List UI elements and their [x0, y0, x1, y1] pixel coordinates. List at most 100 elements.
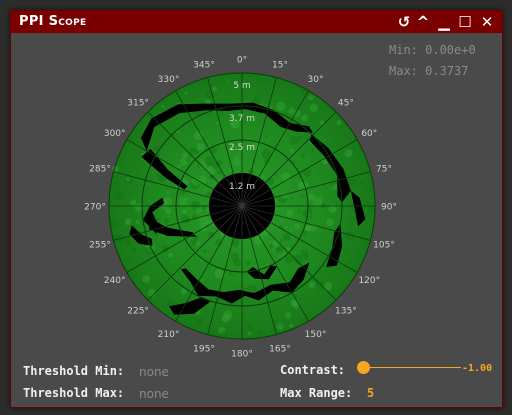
close-icon[interactable]: ✕ [478, 12, 496, 32]
speckle [289, 136, 298, 145]
azimuth-label: 240° [104, 276, 126, 286]
azimuth-label: 150° [305, 330, 327, 340]
speckle [195, 207, 202, 214]
speckle [290, 196, 294, 200]
speckle [290, 228, 294, 232]
speckle [107, 219, 118, 229]
speckle [152, 144, 160, 151]
speckle [127, 257, 131, 262]
speckle [163, 218, 169, 224]
ppi-scope-display[interactable]: 0° 15° 30° 45° 60° 75° 90° 105° 120° 135° 150° 165°… [11, 33, 502, 373]
speckle [276, 323, 284, 331]
azimuth-label: 75° [376, 165, 392, 175]
speckle [165, 208, 172, 215]
speckle [232, 158, 241, 167]
speckle [161, 105, 165, 108]
speckle [319, 195, 322, 198]
speckle [282, 232, 291, 242]
speckle [227, 332, 230, 335]
speckle [247, 331, 252, 336]
threshold-max-field[interactable]: none [139, 387, 169, 401]
speckle [214, 269, 224, 279]
azimuth-label: 15° [272, 61, 288, 71]
azimuth-label: 195° [193, 345, 215, 355]
speckle [158, 235, 161, 238]
minimize-icon[interactable]: ▁ [435, 12, 453, 32]
speckle [311, 149, 315, 152]
contrast-slider-track [361, 367, 461, 368]
speckle [242, 313, 246, 316]
azimuth-label: 135° [335, 306, 357, 316]
azimuth-label: 330° [158, 75, 180, 85]
speckle [336, 120, 342, 126]
threshold-min-field[interactable]: none [139, 365, 169, 379]
maximize-icon[interactable]: ☐ [456, 12, 474, 32]
speckle [166, 191, 170, 195]
speckle [177, 164, 182, 169]
contrast-slider[interactable] [357, 361, 461, 375]
speckle [200, 259, 203, 262]
speckle [142, 275, 151, 283]
speckle [184, 91, 188, 95]
speckle [216, 169, 223, 175]
speckle [228, 79, 231, 82]
speckle [294, 223, 300, 230]
contrast-value: -1.00 [462, 363, 493, 374]
speckle [115, 182, 119, 186]
speckle [360, 179, 364, 184]
threshold-max-label: Threshold Max: [23, 386, 125, 400]
speckle [289, 323, 293, 328]
speckle [285, 225, 288, 229]
speckle [303, 231, 307, 235]
speckle [215, 239, 223, 247]
speckle [135, 219, 140, 225]
azimuth-label: 165° [269, 345, 291, 355]
speckle [334, 141, 338, 145]
speckle [301, 114, 308, 122]
speckle [196, 143, 205, 151]
max-range-value[interactable]: 5 [367, 386, 374, 400]
azimuth-label: 90° [381, 203, 397, 213]
speckle [204, 221, 208, 225]
speckle [204, 156, 215, 167]
speckle [179, 157, 188, 166]
azimuth-label: 120° [358, 276, 380, 286]
ppi-scope-window: PPI Scope ↺ ^ ▁ ☐ ✕ Min: 0.00e+0 Max: 0.… [10, 10, 503, 408]
speckle [185, 159, 189, 162]
speckle [300, 152, 306, 158]
speckle [276, 246, 285, 255]
speckle [230, 252, 240, 261]
speckle [190, 238, 198, 246]
speckle [331, 145, 335, 150]
azimuth-label: 105° [373, 241, 395, 251]
reset-icon[interactable]: ↺ [395, 12, 413, 32]
contrast-slider-thumb[interactable] [357, 361, 370, 374]
azimuth-label: 285° [89, 165, 111, 175]
collapse-icon[interactable]: ^ [414, 12, 432, 32]
speckle [201, 278, 204, 282]
speckle [167, 215, 170, 218]
speckle [225, 256, 228, 259]
azimuth-label: 60° [361, 129, 377, 139]
azimuth-label: 270° [84, 203, 106, 213]
azimuth-label: 210° [158, 330, 180, 340]
speckle [312, 197, 323, 207]
speckle [290, 298, 299, 307]
speckle [284, 255, 293, 264]
speckle [238, 285, 242, 288]
speckle [199, 216, 210, 226]
azimuth-label: 255° [89, 241, 111, 251]
speckle [344, 149, 353, 158]
title-bar[interactable]: PPI Scope ↺ ^ ▁ ☐ ✕ [11, 11, 502, 33]
speckle [182, 152, 188, 159]
speckle [125, 177, 130, 182]
speckle [300, 249, 309, 258]
azimuth-label: 45° [338, 99, 354, 109]
speckle [196, 318, 204, 326]
speckle [124, 218, 132, 226]
speckle [286, 209, 294, 218]
speckle [264, 134, 268, 138]
speckle [245, 260, 251, 266]
speckle [326, 218, 334, 227]
range-label: 5 m [233, 81, 250, 91]
